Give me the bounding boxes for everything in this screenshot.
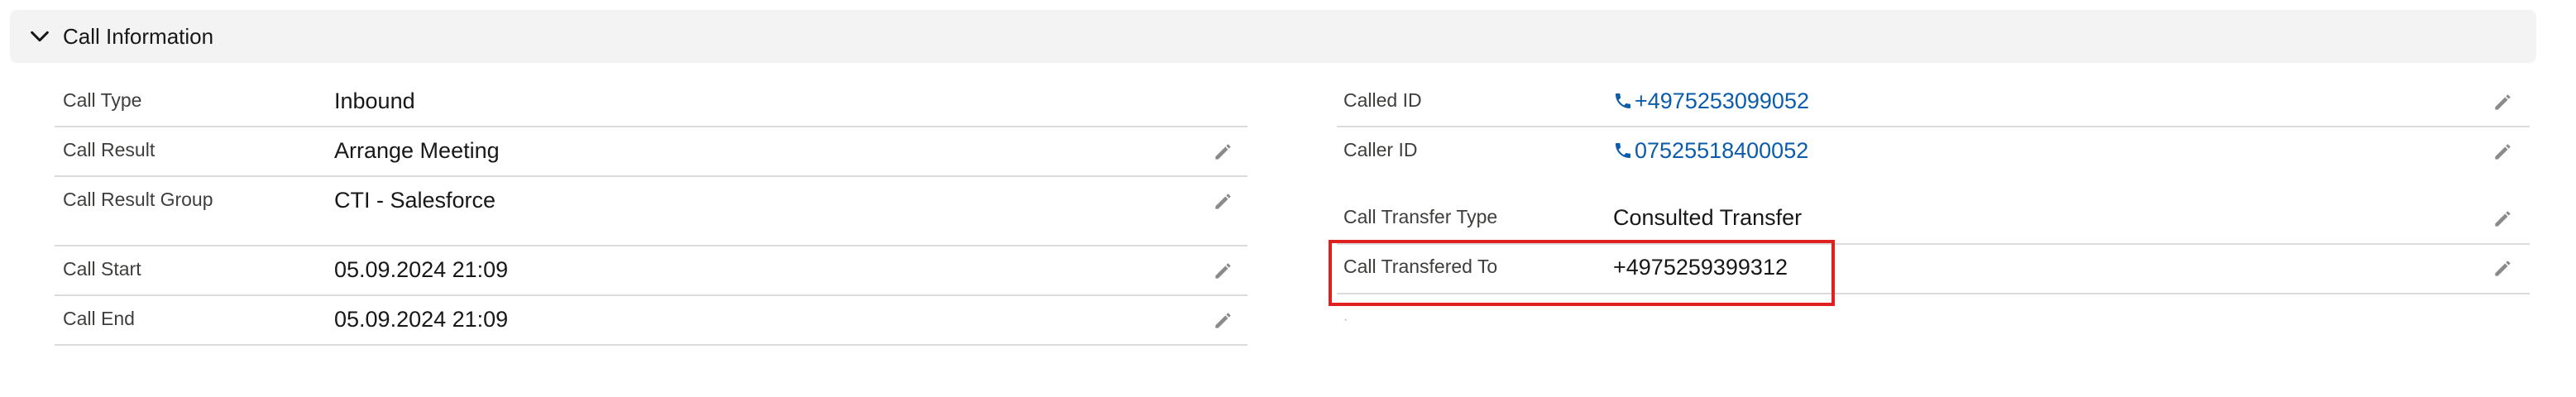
- field-value: Inbound: [334, 88, 415, 113]
- pencil-icon[interactable]: [1212, 310, 1233, 332]
- field-label: Call Type: [63, 89, 142, 111]
- chevron-down-icon: [31, 31, 49, 42]
- section-header-call-information[interactable]: Call Information: [10, 10, 2536, 63]
- field-value: Arrange Meeting: [334, 138, 500, 163]
- caller-id-link[interactable]: 07525518400052: [1613, 138, 1808, 164]
- field-label: Caller ID: [1343, 139, 1418, 160]
- field-label: Call Result Group: [63, 189, 213, 210]
- phone-icon: [1616, 93, 1630, 108]
- field-label: Called ID: [1343, 89, 1422, 111]
- called-id-value: +4975253099052: [1635, 88, 1809, 113]
- field-value: CTI - Salesforce: [334, 188, 496, 213]
- field-label: Call End: [63, 308, 135, 329]
- field-divider: [55, 175, 1247, 177]
- pencil-icon[interactable]: [1212, 261, 1233, 282]
- pencil-icon[interactable]: [2492, 258, 2513, 280]
- pencil-icon[interactable]: [1212, 191, 1233, 213]
- highlight-box: [1329, 240, 1835, 306]
- field-label: Call Transfer Type: [1343, 206, 1498, 227]
- called-id-link[interactable]: +4975253099052: [1613, 88, 1809, 114]
- field-value: 05.09.2024 21:09: [334, 257, 509, 282]
- caller-id-value: 07525518400052: [1635, 138, 1809, 163]
- field-value: 05.09.2024 21:09: [334, 307, 509, 332]
- field-label: Call Start: [63, 258, 141, 280]
- decorative-mark: ·: [1343, 313, 1348, 327]
- field-label: Call Result: [63, 139, 156, 160]
- field-divider: [55, 245, 1247, 246]
- field-divider: [55, 344, 1247, 346]
- field-divider: [55, 294, 1247, 296]
- field-divider: [55, 126, 1247, 127]
- phone-icon: [1616, 143, 1630, 158]
- pencil-icon[interactable]: [1212, 141, 1233, 163]
- field-value: Consulted Transfer: [1613, 205, 1803, 230]
- pencil-icon[interactable]: [2492, 208, 2513, 230]
- pencil-icon[interactable]: [2492, 92, 2513, 113]
- pencil-icon[interactable]: [2492, 141, 2513, 163]
- field-divider: [1337, 126, 2530, 127]
- section-title: Call Information: [63, 23, 214, 49]
